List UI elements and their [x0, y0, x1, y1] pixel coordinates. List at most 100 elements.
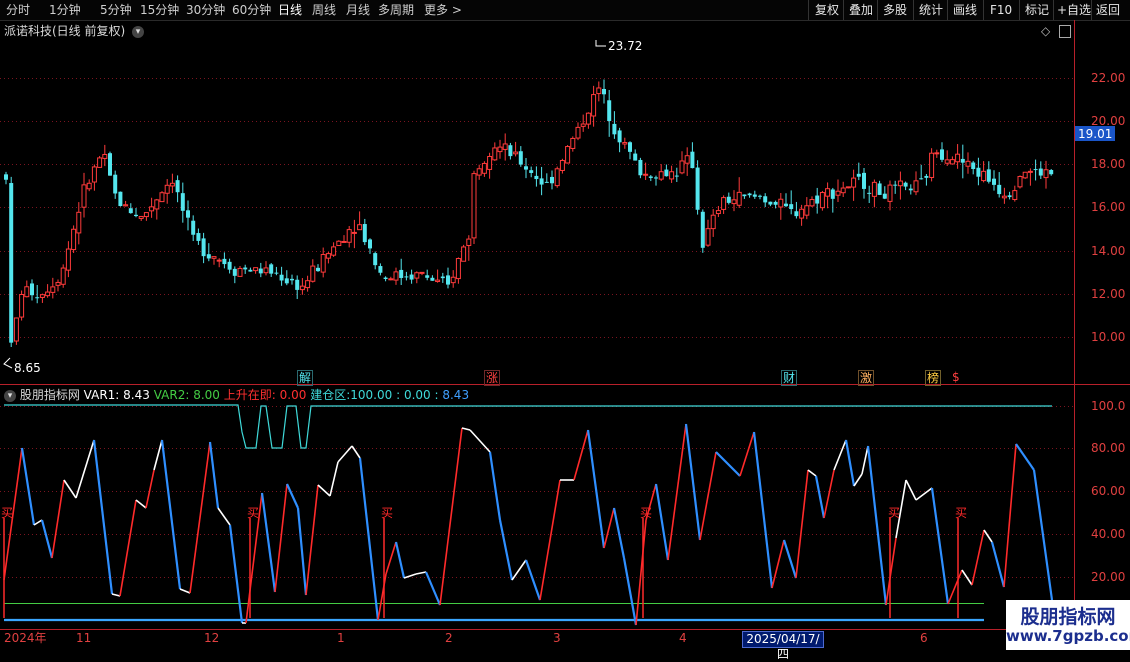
event-marker-incentive[interactable]: 激: [858, 370, 875, 386]
candle-body: [669, 171, 675, 180]
candle-body: [789, 204, 794, 210]
candle-body: [534, 175, 539, 180]
rise-value: 0.00: [279, 388, 307, 402]
var2-label: VAR2:: [153, 388, 190, 402]
build-value-3: 8.43: [442, 388, 470, 402]
candle-body: [13, 317, 19, 342]
candle-body: [60, 267, 66, 285]
candle-body: [856, 173, 861, 177]
candle-body: [736, 191, 742, 206]
candle-body: [430, 277, 435, 281]
high-price-label: 23.72: [608, 39, 642, 53]
oscillator-segment: [189, 441, 211, 594]
oscillator-segment: [228, 524, 244, 624]
oscillator-segment: [667, 423, 687, 561]
candle-body: [1012, 190, 1018, 200]
oscillator-segment: [145, 469, 155, 509]
indicator-axis-label: 20.00: [1091, 570, 1125, 584]
candle-body: [524, 166, 528, 170]
oscillator-segment: [119, 499, 137, 597]
oscillator-segment: [930, 487, 950, 605]
candle-body: [747, 193, 752, 196]
oscillator-segment: [795, 469, 809, 579]
candle-body: [752, 194, 757, 197]
candle-body: [607, 100, 612, 122]
candle-body: [180, 193, 185, 211]
candle-body: [825, 188, 831, 197]
candle-body: [710, 214, 716, 230]
build-label: 建仓区:: [310, 388, 351, 402]
price-axis-label: 16.00: [1091, 200, 1125, 214]
pane-toggle-icon[interactable]: [1059, 25, 1072, 38]
candle-body: [65, 248, 71, 271]
candle-body: [216, 259, 222, 262]
candle-body: [960, 158, 965, 163]
oscillator-segment: [424, 571, 442, 606]
candle-body: [570, 137, 576, 149]
candle-body: [658, 171, 664, 180]
candle-body: [419, 271, 425, 274]
candle-body: [164, 184, 170, 194]
oscillator-segment: [971, 529, 985, 586]
candle-body: [871, 181, 877, 197]
candle-body: [674, 175, 679, 177]
candle-body: [633, 153, 638, 161]
candle-body: [887, 184, 893, 202]
candle-body: [700, 211, 705, 248]
candle-body: [638, 159, 643, 176]
candle-body: [903, 182, 908, 187]
diamond-icon[interactable]: ◇: [1041, 24, 1050, 38]
candle-body: [446, 275, 450, 285]
candle-body: [134, 214, 138, 217]
title-dropdown-icon[interactable]: ▾: [132, 25, 145, 38]
candle-body: [86, 182, 92, 190]
candle-body: [357, 224, 363, 231]
oscillator-segment: [403, 573, 417, 579]
high-price-pointer: [595, 40, 606, 47]
candle-body: [664, 169, 669, 177]
candle-body: [851, 177, 857, 188]
indicator-dropdown-icon[interactable]: ▾: [4, 389, 16, 402]
oscillator-segment: [833, 439, 847, 471]
candle-body: [50, 286, 56, 293]
candle-body: [897, 180, 903, 187]
oscillator-segment: [92, 439, 114, 595]
candle-body: [196, 233, 201, 241]
candle-body: [373, 253, 378, 266]
candle-body: [346, 229, 352, 243]
event-marker-rank[interactable]: 榜: [925, 370, 942, 386]
event-marker-rise[interactable]: 涨: [484, 370, 501, 386]
date-tick: 12: [204, 631, 220, 645]
build-sep: :: [434, 388, 439, 402]
candle-body: [284, 278, 289, 284]
candle-body: [299, 285, 305, 291]
candle-body: [602, 88, 606, 95]
candle-body: [559, 160, 565, 171]
rise-label: 上升在即:: [223, 388, 276, 402]
candle-body: [1007, 195, 1012, 198]
candle-body: [508, 145, 513, 157]
oscillator-line: [3, 423, 1054, 626]
indicator-axis-label: 60.00: [1091, 484, 1125, 498]
oscillator-segment: [524, 559, 542, 601]
candle-body: [840, 187, 846, 194]
oscillator-segment: [385, 541, 397, 575]
candle-body: [773, 201, 778, 205]
build-sep: :: [396, 388, 401, 402]
candlestick-series: [4, 79, 1054, 347]
oscillator-segment: [612, 507, 626, 559]
candle-body: [118, 191, 123, 207]
oscillator-segment: [861, 445, 869, 475]
oscillator-segment: [461, 427, 471, 431]
candle-body: [19, 294, 25, 318]
event-marker-dollar[interactable]: $: [952, 370, 960, 384]
candle-body: [138, 215, 144, 219]
candle-body: [1017, 176, 1023, 188]
event-marker-unlock[interactable]: 解: [297, 370, 314, 386]
candle-body: [997, 184, 1002, 195]
candle-body: [492, 147, 498, 161]
date-tick: 3: [553, 631, 561, 645]
watermark-name: 股朋指标网: [1020, 606, 1116, 628]
event-marker-finance[interactable]: 财: [781, 370, 798, 386]
candle-body: [258, 268, 263, 274]
